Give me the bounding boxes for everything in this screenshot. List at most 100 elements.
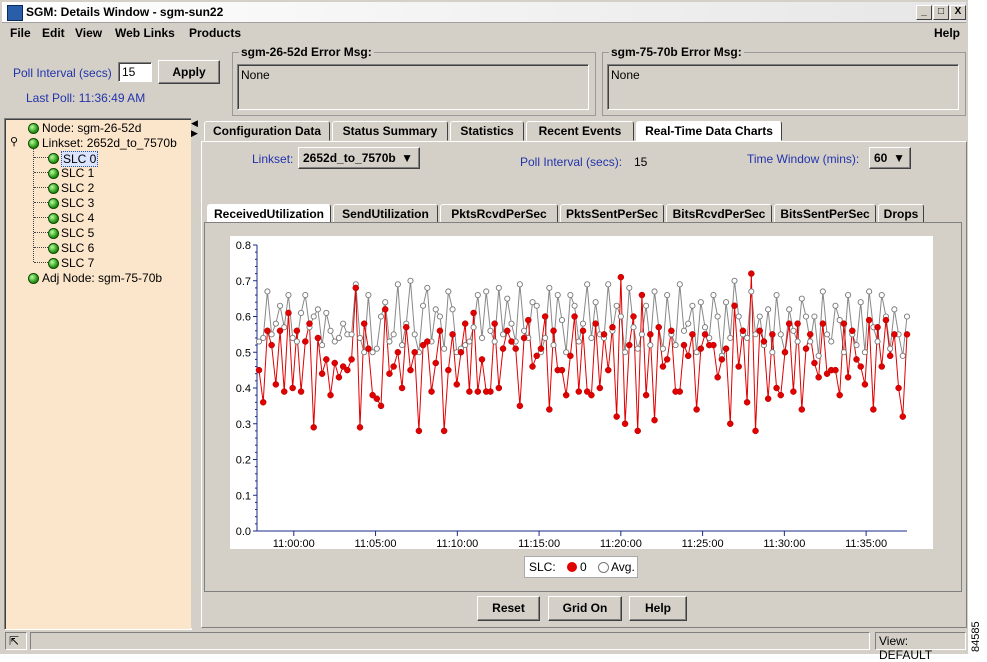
legend-label: SLC: (529, 560, 556, 574)
y-tick-label: 0.6 (236, 312, 251, 324)
series-avg-point (697, 299, 704, 306)
tab-status-summary[interactable]: Status Summary (332, 121, 448, 141)
grid-on-button[interactable]: Grid On (548, 596, 622, 621)
series-0-point (377, 402, 385, 410)
reset-button[interactable]: Reset (477, 596, 540, 621)
series-0-point (886, 352, 894, 360)
apply-button[interactable]: Apply (158, 60, 220, 84)
series-0-point (604, 366, 612, 374)
series-avg-point (441, 345, 448, 352)
series-avg-point (449, 306, 456, 313)
series-0-point (781, 349, 789, 356)
tree-slc-item[interactable]: SLC 5 (61, 226, 94, 240)
series-0-point (693, 406, 700, 413)
series-0-line (258, 273, 908, 431)
menu-view[interactable]: View (75, 26, 102, 40)
series-0-point (844, 374, 852, 381)
time-window-select[interactable]: 60 ▼ (869, 147, 911, 169)
tree-expand-icon[interactable]: ⚲ (10, 135, 18, 148)
series-0-point (424, 338, 431, 345)
tree-slc-item[interactable]: SLC 1 (61, 166, 94, 180)
status-icon[interactable]: ⇱ (5, 632, 27, 650)
series-0-point (659, 363, 667, 370)
tree-slc-item[interactable]: SLC 7 (61, 256, 94, 270)
subtab-pktsrcvdpersec[interactable]: PktsRcvdPerSec (440, 204, 558, 224)
linkset-select[interactable]: 2652d_to_7570b ▼ (298, 147, 420, 169)
tree-slc-item[interactable]: SLC 0 (61, 151, 99, 167)
menu-file[interactable]: File (10, 26, 31, 40)
series-avg-point (466, 338, 473, 345)
tab-recent-events[interactable]: Recent Events (526, 121, 634, 141)
menu-products[interactable]: Products (189, 26, 241, 40)
series-avg-point (516, 281, 523, 288)
series-0-point (276, 327, 284, 335)
series-0-point (520, 334, 528, 342)
poll-interval-input[interactable] (118, 62, 152, 82)
subtab-receivedutilization[interactable]: ReceivedUtilization (207, 204, 331, 224)
series-0-point (533, 352, 540, 360)
series-0-point (432, 359, 439, 367)
series-avg-point (558, 317, 566, 324)
pane-splitter[interactable]: ◀ ▶ (191, 118, 198, 628)
subtab-sendutilization[interactable]: SendUtilization (333, 204, 438, 224)
tree-slc-item[interactable]: SLC 4 (61, 211, 94, 225)
tab-statistics[interactable]: Statistics (450, 121, 524, 141)
series-avg-point (436, 313, 443, 320)
tree-adj-node[interactable]: Adj Node: sgm-75-70b (42, 271, 162, 285)
tab-real-time-data-charts[interactable]: Real-Time Data Charts (636, 121, 782, 141)
title-bar[interactable]: SGM: Details Window - sgm-sun22 _ □ X (2, 2, 966, 23)
chart-poll-label: Poll Interval (secs): (520, 155, 623, 169)
series-0-point (891, 331, 898, 338)
series-avg-point (887, 345, 894, 352)
series-0-point (525, 316, 532, 324)
close-button[interactable]: X (950, 5, 966, 20)
tree-pane[interactable]: Node: sgm-26-52d ⚲ Linkset: 2652d_to_757… (4, 118, 192, 630)
series-avg-point (676, 281, 683, 288)
linkset-value: 2652d_to_7570b (303, 151, 396, 165)
menu-web-links[interactable]: Web Links (115, 26, 175, 40)
menu-help[interactable]: Help (934, 26, 960, 40)
series-avg-point (478, 334, 486, 341)
tree-slc-item[interactable]: SLC 2 (61, 181, 94, 195)
series-avg-point (605, 281, 612, 288)
series-avg-point (260, 334, 267, 341)
series-0-point (870, 406, 877, 413)
series-0-point (255, 366, 263, 374)
tree-connector (34, 262, 48, 263)
tree-slc-item[interactable]: SLC 6 (61, 241, 94, 255)
legend-avg-icon (598, 562, 609, 573)
app-icon (7, 5, 23, 21)
subtab-drops[interactable]: Drops (878, 204, 924, 224)
menu-edit[interactable]: Edit (42, 26, 65, 40)
series-avg-point (613, 302, 620, 309)
series-0-point (903, 331, 911, 338)
chart-legend: SLC: 0 Avg. (524, 556, 638, 578)
series-0-point (558, 366, 566, 374)
subtab-bitsrcvdpersec[interactable]: BitsRcvdPerSec (666, 204, 772, 224)
tab-configuration-data[interactable]: Configuration Data (204, 121, 330, 141)
series-avg-point (554, 292, 561, 299)
maximize-button[interactable]: □ (933, 5, 949, 20)
series-0-point (773, 384, 780, 392)
tree-linkset[interactable]: Linkset: 2652d_to_7570b (42, 136, 177, 150)
error-title-adj: sgm-75-70b Error Msg: (609, 45, 744, 59)
series-0-point (398, 384, 406, 392)
series-0-point (899, 413, 907, 420)
series-0-point (302, 338, 309, 345)
series-0-point (756, 327, 763, 335)
series-0-point (676, 388, 684, 395)
series-0-point (466, 388, 473, 395)
tree-node[interactable]: Node: sgm-26-52d (42, 121, 141, 135)
series-avg-point (756, 313, 763, 320)
series-0-point (769, 331, 776, 338)
help-button[interactable]: Help (629, 596, 687, 621)
series-0-point (529, 363, 536, 370)
series-0-point (415, 427, 423, 435)
minimize-button[interactable]: _ (916, 5, 932, 20)
tree-slc-item[interactable]: SLC 3 (61, 196, 94, 210)
expand-right-icon[interactable]: ▶ (191, 128, 198, 139)
subtab-bitssentpersec[interactable]: BitsSentPerSec (774, 204, 876, 224)
series-avg-point (407, 277, 414, 284)
series-0-point (280, 388, 288, 395)
subtab-pktssentpersec[interactable]: PktsSentPerSec (560, 204, 664, 224)
